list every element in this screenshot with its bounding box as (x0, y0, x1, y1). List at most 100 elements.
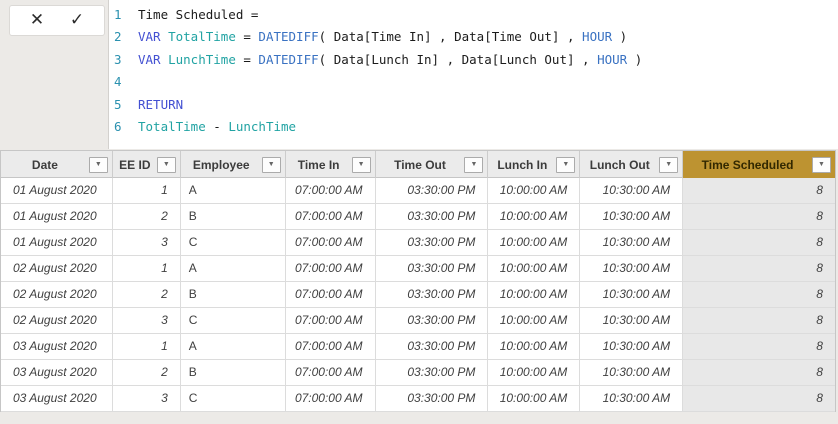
table-row: 02 August 2020 3 C 07:00:00 AM 03:30:00 PM 10… (1, 308, 835, 334)
filter-dropdown-button[interactable]: ▼ (464, 156, 484, 173)
cell-employee: B (180, 282, 286, 308)
column-header-employee[interactable]: Employee ▼ (181, 151, 286, 178)
cell-lunch-in: 10:00:00 AM (488, 386, 581, 412)
filter-dropdown-button[interactable]: ▼ (351, 156, 371, 173)
cell-date: 01 August 2020 (1, 230, 113, 256)
cell-date: 02 August 2020 (1, 308, 113, 334)
chevron-down-icon: ▼ (665, 161, 673, 168)
column-header-time-out[interactable]: Time Out ▼ (376, 151, 489, 178)
column-header-lunch-in[interactable]: Lunch In ▼ (488, 151, 581, 178)
column-header-label: Time In (297, 157, 340, 172)
token: VAR (138, 51, 161, 67)
cell-employee: B (180, 360, 286, 386)
formula-commit-buttons: ✕ ✓ (9, 5, 105, 36)
cell-lunch-in: 10:00:00 AM (488, 334, 581, 360)
accept-button[interactable]: ✓ (64, 12, 90, 29)
column-header-label: EE ID (119, 157, 151, 172)
cell-lunch-out: 10:30:00 AM (580, 204, 684, 230)
code-line[interactable]: 6 TotalTime - LunchTime (109, 116, 838, 138)
code-line[interactable]: 2 VAR TotalTime = DATEDIFF( Data[Time In]… (109, 26, 838, 48)
dax-editor[interactable]: 1 Time Scheduled = 2 VAR TotalTime = DATEDI… (108, 0, 838, 149)
token: ( Data[Lunch In] , Data[Lunch Out] , (318, 51, 598, 67)
cell-lunch-in: 10:00:00 AM (488, 178, 581, 204)
code-text: VAR TotalTime = DATEDIFF( Data[Time In] … (138, 26, 627, 48)
cell-time-out: 03:30:00 PM (375, 282, 489, 308)
cell-date: 03 August 2020 (1, 360, 113, 386)
cell-employee: A (180, 256, 286, 282)
cell-time-out: 03:30:00 PM (375, 360, 489, 386)
code-text: Time Scheduled = (138, 4, 258, 26)
cell-time-out: 03:30:00 PM (375, 230, 489, 256)
cell-ee-id: 2 (112, 360, 181, 386)
cell-lunch-out: 10:30:00 AM (580, 178, 684, 204)
column-header-label: Date (31, 157, 58, 172)
column-header-label: Time Out (394, 157, 446, 172)
cell-time-scheduled: 8 (683, 334, 835, 360)
cell-ee-id: 3 (112, 308, 181, 334)
cell-time-out: 03:30:00 PM (375, 308, 489, 334)
column-header-label: Employee (192, 157, 250, 172)
chevron-down-icon: ▼ (818, 161, 825, 168)
chevron-down-icon: ▼ (267, 161, 275, 168)
filter-dropdown-button[interactable]: ▼ (811, 156, 831, 173)
code-line[interactable]: 1 Time Scheduled = (109, 4, 838, 26)
filter-dropdown-button[interactable]: ▼ (88, 156, 108, 173)
cell-lunch-in: 10:00:00 AM (488, 204, 581, 230)
check-icon: ✓ (69, 10, 85, 30)
cell-lunch-in: 10:00:00 AM (488, 230, 581, 256)
cell-ee-id: 2 (112, 204, 181, 230)
cell-ee-id: 1 (112, 178, 181, 204)
cell-time-in: 07:00:00 AM (285, 204, 376, 230)
cell-ee-id: 1 (112, 334, 181, 360)
line-number: 4 (114, 74, 122, 90)
column-header-label: Lunch Out (589, 157, 650, 172)
line-number: 1 (114, 7, 122, 22)
column-header-lunch-out[interactable]: Lunch Out ▼ (580, 151, 684, 178)
token: ) (627, 51, 643, 67)
cell-ee-id: 3 (112, 386, 181, 412)
line-number: 6 (114, 119, 122, 135)
cell-lunch-out: 10:30:00 AM (580, 334, 684, 360)
cell-time-scheduled: 8 (683, 178, 835, 204)
cell-time-in: 07:00:00 AM (285, 360, 376, 386)
filter-dropdown-button[interactable]: ▼ (156, 156, 176, 173)
code-line[interactable]: 4 (109, 71, 838, 93)
filter-dropdown-button[interactable]: ▼ (659, 156, 679, 173)
cell-date: 02 August 2020 (1, 282, 113, 308)
power-bi-data-view: ✕ ✓ 1 Time Scheduled = 2 VAR TotalTime = DA… (0, 0, 838, 424)
cell-time-scheduled: 8 (683, 308, 835, 334)
line-number: 2 (114, 29, 122, 45)
cell-ee-id: 1 (112, 256, 181, 282)
cell-time-in: 07:00:00 AM (285, 230, 376, 256)
cell-time-out: 03:30:00 PM (375, 256, 489, 282)
cell-employee: C (180, 230, 286, 256)
filter-dropdown-button[interactable]: ▼ (261, 156, 281, 173)
dax-editor-lines: 1 Time Scheduled = 2 VAR TotalTime = DATEDI… (109, 0, 838, 138)
cell-time-out: 03:30:00 PM (375, 204, 489, 230)
token: RETURN (138, 96, 184, 112)
cell-time-in: 07:00:00 AM (285, 308, 376, 334)
column-header-time-in[interactable]: Time In ▼ (286, 151, 376, 178)
cell-lunch-out: 10:30:00 AM (580, 282, 684, 308)
line-number: 3 (114, 51, 122, 67)
code-line[interactable]: 3 VAR LunchTime = DATEDIFF( Data[Lunch In… (109, 49, 838, 71)
filter-dropdown-button[interactable]: ▼ (556, 156, 576, 173)
cell-employee: C (180, 386, 286, 412)
column-header-time-scheduled[interactable]: Time Scheduled ▼ (683, 151, 835, 178)
cell-lunch-out: 10:30:00 AM (580, 386, 684, 412)
cell-lunch-out: 10:30:00 AM (580, 256, 684, 282)
column-header-date[interactable]: Date ▼ (1, 151, 113, 178)
table-row: 03 August 2020 2 B 07:00:00 AM 03:30:00 PM 10… (1, 360, 835, 386)
cell-time-scheduled: 8 (683, 360, 835, 386)
cancel-button[interactable]: ✕ (24, 12, 50, 29)
cell-lunch-in: 10:00:00 AM (488, 282, 581, 308)
cell-time-scheduled: 8 (683, 282, 835, 308)
cell-time-in: 07:00:00 AM (285, 178, 376, 204)
token: LunchTime (168, 51, 236, 67)
code-line[interactable]: 5 RETURN (109, 94, 838, 116)
cell-lunch-in: 10:00:00 AM (488, 308, 581, 334)
column-header-ee-id[interactable]: EE ID ▼ (113, 151, 181, 178)
code-text: VAR LunchTime = DATEDIFF( Data[Lunch In]… (138, 49, 642, 71)
